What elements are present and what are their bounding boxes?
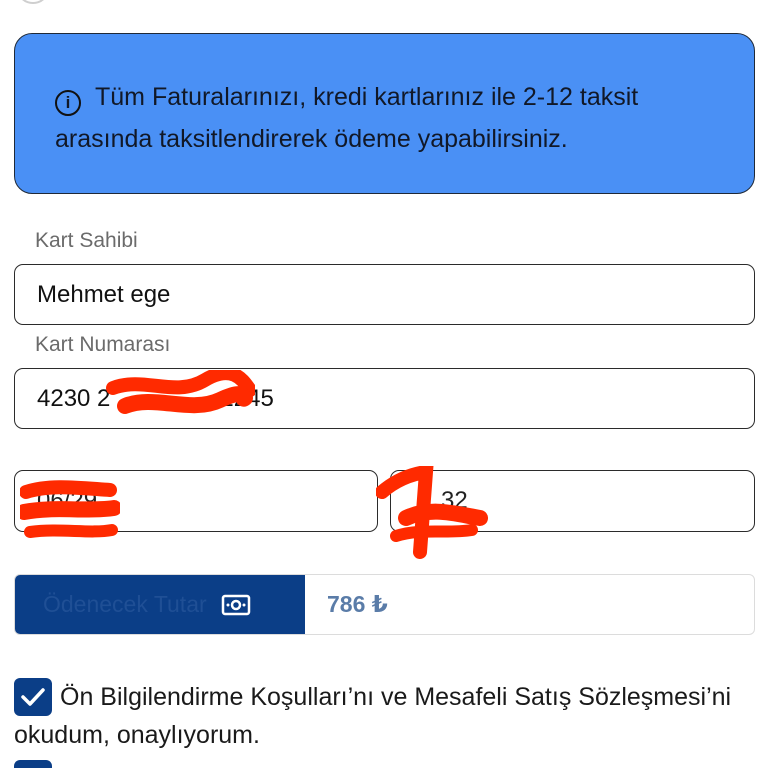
card-number-label: Kart Numarası xyxy=(35,333,171,356)
card-holder-field[interactable]: Mehmet ege xyxy=(14,264,755,325)
money-icon xyxy=(221,594,251,616)
expiry-value: 06/29 xyxy=(37,487,98,514)
payable-amount-value: 786 ₺ xyxy=(327,591,388,617)
expiry-date-field[interactable]: 06/29 xyxy=(14,470,378,532)
payable-amount-row: Ödenecek Tutar 786 ₺ xyxy=(14,574,755,635)
cvv-value: 32 xyxy=(441,487,468,514)
info-text: Tüm Faturalarınızı, kredi kartlarınız il… xyxy=(55,83,639,153)
installment-info-banner: i Tüm Faturalarınızı, kredi kartlarınız i… xyxy=(14,33,755,194)
card-holder-label: Kart Sahibi xyxy=(35,229,138,252)
card-number-end: 2245 xyxy=(220,384,274,412)
payment-option-radio[interactable] xyxy=(16,0,50,4)
payable-amount-label-text: Ödenecek Tutar xyxy=(43,591,207,617)
second-checkbox[interactable] xyxy=(14,760,52,768)
payable-amount-label: Ödenecek Tutar xyxy=(15,575,305,634)
info-circle-icon: i xyxy=(55,90,81,116)
consent-text: Ön Bilgilendirme Koşulları’nı ve Mesafel… xyxy=(14,683,732,749)
card-holder-value: Mehmet ege xyxy=(37,280,171,308)
card-number-start: 4230 2 xyxy=(37,384,111,412)
card-number-field[interactable]: 4230 2 2245 xyxy=(14,368,755,429)
cvv-field[interactable]: 32 xyxy=(390,470,755,532)
